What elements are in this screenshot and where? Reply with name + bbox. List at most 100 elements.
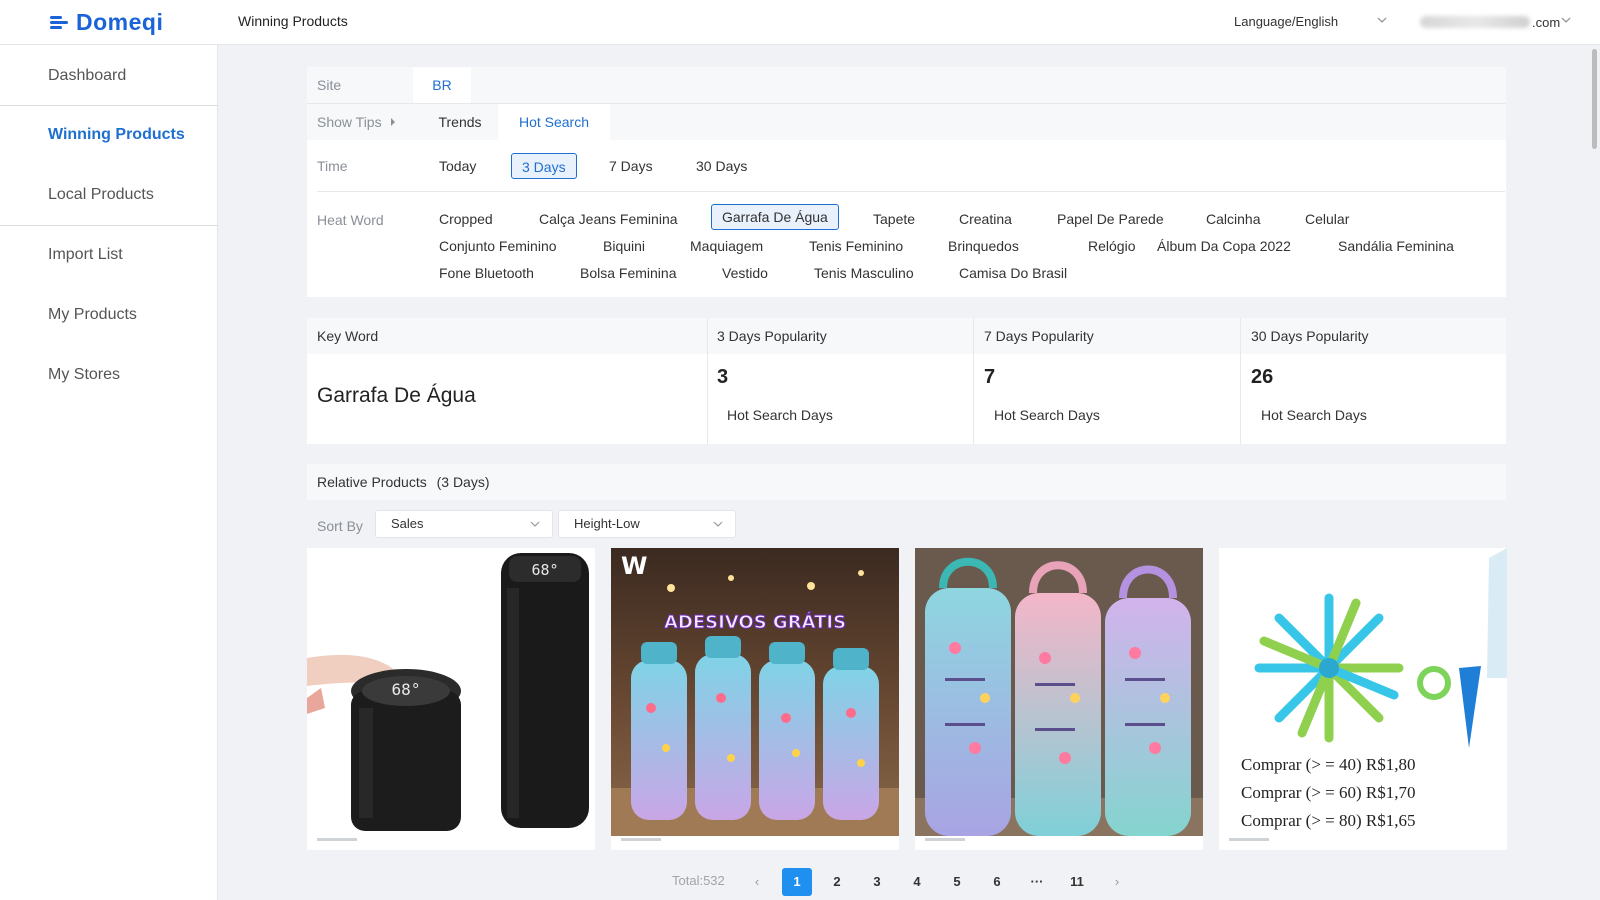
tab-trends[interactable]: Trends	[420, 104, 500, 140]
chevron-down-icon[interactable]	[1376, 14, 1388, 26]
pagination-next-button[interactable]: ›	[1102, 868, 1132, 896]
price-tier-line-1: Comprar (> = 40) R$1,80	[1241, 755, 1416, 774]
column-divider	[973, 318, 974, 444]
heat-word-garrafa-de-agua[interactable]: Garrafa De Água	[711, 204, 839, 230]
time-option-7-days[interactable]: 7 Days	[609, 153, 653, 179]
thermos-display-text-2: 68°	[531, 561, 558, 579]
time-option-30-days[interactable]: 30 Days	[696, 153, 747, 179]
pagination-page-1[interactable]: 1	[782, 868, 812, 896]
brand-w-mark: W	[621, 552, 647, 580]
domeqi-logo[interactable]: Domeqi	[50, 6, 163, 38]
popularity-7-days-value: 7	[984, 366, 996, 388]
stats-header-row: Key Word 3 Days Popularity 7 Days Popula…	[307, 318, 1506, 354]
account-email-suffix: .com	[1532, 14, 1561, 30]
card-caption-placeholder	[621, 838, 661, 841]
sidebar: Dashboard Winning Products Local Product…	[0, 45, 218, 900]
sort-field-select[interactable]: Sales	[375, 510, 553, 538]
relative-products-period: (3 Days)	[436, 474, 490, 490]
heat-word-relogio[interactable]: Relógio	[1088, 238, 1135, 254]
pagination-ellipsis[interactable]: ···	[1022, 868, 1052, 896]
sidebar-item-winning-products[interactable]: Winning Products	[48, 126, 185, 144]
account-menu[interactable]: .com	[1420, 12, 1560, 32]
product-card[interactable]	[915, 548, 1203, 850]
sort-order-value: Height-Low	[574, 516, 640, 531]
column-divider	[707, 318, 708, 444]
show-tips-toggle[interactable]: Show Tips	[317, 114, 397, 130]
heat-word-album-da-copa-2022[interactable]: Álbum Da Copa 2022	[1157, 238, 1291, 254]
sidebar-divider	[0, 105, 218, 106]
price-tier-line-2: Comprar (> = 60) R$1,70	[1241, 783, 1416, 802]
chevron-down-icon[interactable]	[1560, 14, 1572, 26]
heat-word-sandalia-feminina[interactable]: Sandália Feminina	[1338, 238, 1454, 254]
chevron-down-icon	[530, 521, 540, 527]
product-image-smart-thermos[interactable]: 68° 68°	[307, 548, 595, 836]
popularity-3-days-value: 3	[717, 366, 729, 388]
heat-word-cropped[interactable]: Cropped	[439, 211, 493, 227]
time-option-today[interactable]: Today	[439, 153, 476, 179]
card-caption-placeholder	[925, 838, 965, 841]
sidebar-item-my-stores[interactable]: My Stores	[48, 366, 120, 384]
product-image-irrigation-spikes[interactable]: Comprar (> = 40) R$1,80 Comprar (> = 60)…	[1219, 548, 1507, 836]
heat-word-creatina[interactable]: Creatina	[959, 211, 1012, 227]
pagination-page-5[interactable]: 5	[942, 868, 972, 896]
heat-word-camisa-do-brasil[interactable]: Camisa Do Brasil	[959, 265, 1067, 281]
heat-word-fone-bluetooth[interactable]: Fone Bluetooth	[439, 265, 534, 281]
pagination-page-2[interactable]: 2	[822, 868, 852, 896]
scrollbar-thumb[interactable]	[1592, 49, 1597, 149]
popularity-7-days-header: 7 Days Popularity	[984, 328, 1094, 344]
heat-word-label: Heat Word	[317, 212, 384, 228]
sidebar-item-dashboard[interactable]: Dashboard	[48, 67, 126, 85]
heat-word-calca-jeans-feminina[interactable]: Calça Jeans Feminina	[539, 211, 678, 227]
product-card[interactable]: 68° 68°	[307, 548, 595, 850]
heat-word-biquini[interactable]: Biquini	[603, 238, 645, 254]
product-image-large-water-bottles[interactable]	[915, 548, 1203, 836]
logo-mark-icon	[50, 11, 74, 33]
keyword-stats-panel: Key Word 3 Days Popularity 7 Days Popula…	[307, 318, 1506, 444]
show-tips-label: Show Tips	[317, 114, 382, 130]
language-selector[interactable]: Language/English	[1234, 14, 1338, 29]
site-row: Site BR	[307, 67, 1506, 103]
product-card[interactable]: Comprar (> = 40) R$1,80 Comprar (> = 60)…	[1219, 548, 1507, 850]
heat-word-papel-de-parede[interactable]: Papel De Parede	[1057, 211, 1164, 227]
sidebar-item-my-products[interactable]: My Products	[48, 306, 137, 324]
time-option-3-days[interactable]: 3 Days	[511, 153, 577, 179]
relative-products-label: Relative Products	[317, 474, 427, 490]
caret-right-icon	[391, 118, 396, 126]
pagination-total: Total:532	[672, 873, 725, 888]
heat-word-vestido[interactable]: Vestido	[722, 265, 768, 281]
logo-text: Domeqi	[76, 8, 164, 35]
heat-word-bolsa-feminina[interactable]: Bolsa Feminina	[580, 265, 677, 281]
sidebar-item-local-products[interactable]: Local Products	[48, 186, 154, 204]
heat-word-brinquedos[interactable]: Brinquedos	[948, 238, 1019, 254]
tab-hot-search[interactable]: Hot Search	[498, 104, 610, 140]
pagination-page-3[interactable]: 3	[862, 868, 892, 896]
heat-word-calcinha[interactable]: Calcinha	[1206, 211, 1260, 227]
price-tier-line-3: Comprar (> = 80) R$1,65	[1241, 811, 1416, 830]
sort-by-label: Sort By	[317, 518, 363, 534]
sidebar-item-import-list[interactable]: Import List	[48, 246, 123, 264]
pagination-page-6[interactable]: 6	[982, 868, 1012, 896]
popularity-7-days-caption: Hot Search Days	[994, 407, 1100, 423]
pagination-page-11[interactable]: 11	[1062, 868, 1092, 896]
pagination-page-4[interactable]: 4	[902, 868, 932, 896]
keyword-header: Key Word	[317, 328, 379, 344]
popularity-30-days-caption: Hot Search Days	[1261, 407, 1367, 423]
site-option-br[interactable]: BR	[413, 67, 471, 103]
heat-word-tenis-feminino[interactable]: Tenis Feminino	[809, 238, 903, 254]
heat-word-celular[interactable]: Celular	[1305, 211, 1349, 227]
sidebar-divider	[0, 225, 218, 226]
heat-word-tapete[interactable]: Tapete	[873, 211, 915, 227]
heat-word-tenis-masculino[interactable]: Tenis Masculino	[814, 265, 914, 281]
heat-word-maquiagem[interactable]: Maquiagem	[690, 238, 763, 254]
time-label: Time	[317, 158, 348, 174]
sort-order-select[interactable]: Height-Low	[558, 510, 736, 538]
page-scrollbar[interactable]	[1590, 45, 1600, 900]
card-caption-placeholder	[1229, 838, 1269, 841]
divider	[317, 191, 1505, 192]
column-divider	[1240, 318, 1241, 444]
product-card[interactable]: W ADESIVOS GRÁTIS	[611, 548, 899, 850]
product-image-motivational-bottles-stickers[interactable]: W ADESIVOS GRÁTIS	[611, 548, 899, 836]
pagination-prev-button[interactable]: ‹	[742, 868, 772, 896]
sort-field-value: Sales	[391, 516, 424, 531]
heat-word-conjunto-feminino[interactable]: Conjunto Feminino	[439, 238, 557, 254]
